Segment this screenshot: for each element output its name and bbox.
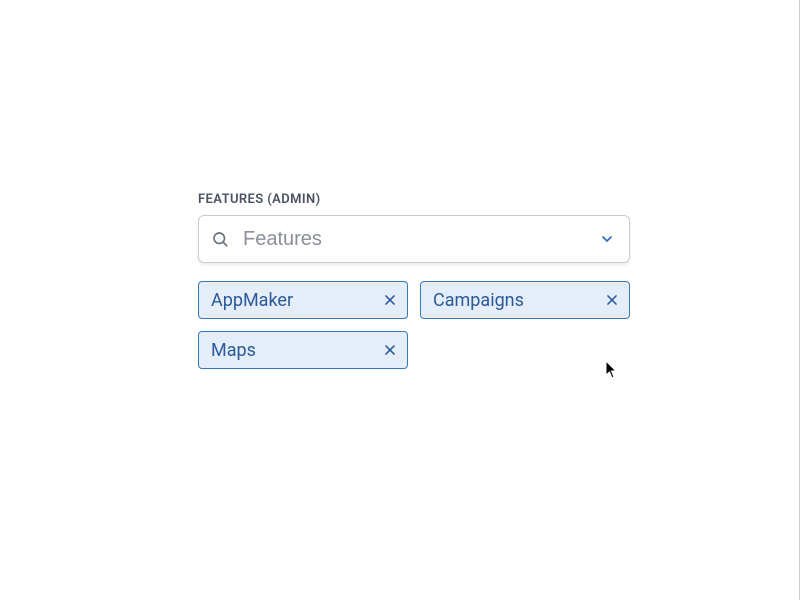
tag-label: AppMaker [211, 290, 293, 311]
close-icon[interactable] [383, 293, 397, 307]
features-combobox[interactable] [198, 215, 630, 263]
search-icon [211, 230, 229, 248]
close-icon[interactable] [605, 293, 619, 307]
close-icon[interactable] [383, 343, 397, 357]
tag-label: Maps [211, 340, 256, 361]
tag-maps[interactable]: Maps [198, 331, 408, 369]
features-input[interactable] [243, 228, 589, 251]
tag-appmaker[interactable]: AppMaker [198, 281, 408, 319]
tag-campaigns[interactable]: Campaigns [420, 281, 630, 319]
section-label: FEATURES (ADMIN) [198, 192, 630, 207]
selected-tags: AppMaker Campaigns Maps [198, 281, 630, 369]
chevron-down-icon[interactable] [599, 231, 615, 247]
tag-label: Campaigns [433, 290, 524, 311]
